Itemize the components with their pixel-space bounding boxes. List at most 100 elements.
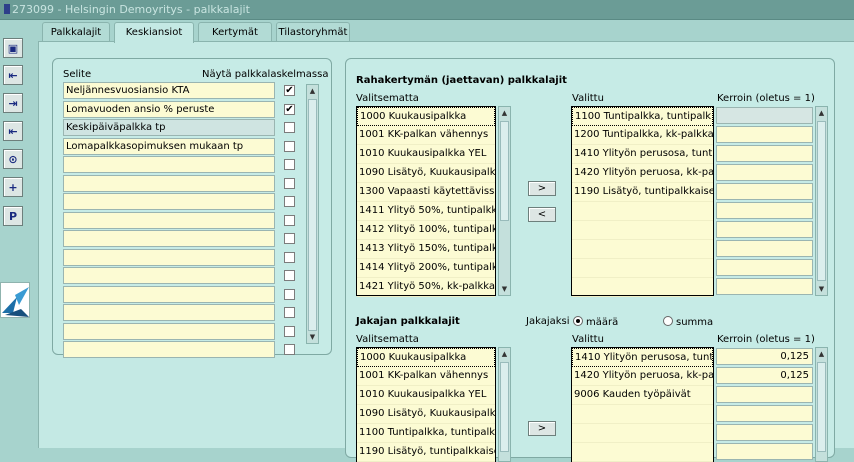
show-in-payslip-checkbox[interactable]: ✔ [284,103,295,115]
bottom-unselected-scrollbar[interactable]: ▲ [498,347,511,462]
show-in-payslip-checkbox[interactable] [284,140,295,152]
next-record-icon[interactable]: ⇥ [3,93,23,113]
list-item[interactable]: 1100 Tuntipalkka, tuntipalkkaiset [572,107,713,126]
selite-field[interactable] [63,304,275,321]
selite-field[interactable] [63,267,275,284]
list-item[interactable]: 1414 Ylityö 200%, tuntipalkkaiset [357,259,495,278]
scroll-thumb[interactable] [817,121,826,281]
radio-maara[interactable] [573,316,583,326]
scroll-up-arrow[interactable]: ▲ [816,107,827,119]
list-item[interactable]: 1001 KK-palkan vähennys [357,126,495,145]
list-item[interactable]: 1000 Kuukausipalkka [357,348,495,367]
selite-field[interactable] [63,174,275,192]
show-in-payslip-checkbox[interactable] [284,270,295,281]
list-item[interactable]: 1410 Ylityön perusosa, tuntipalkkaiset [572,145,713,164]
scroll-up-arrow[interactable]: ▲ [307,85,318,97]
kerroin-field[interactable]: 0,125 [716,348,813,365]
kerroin-field[interactable] [716,240,813,257]
list-item[interactable]: 9006 Kauden työpäivät [572,386,713,405]
previous-record-icon[interactable]: ⇤ [3,121,23,141]
scroll-up-arrow[interactable]: ▲ [499,348,510,360]
list-item[interactable]: 1300 Vapaasti käytettävissä [357,183,495,202]
scroll-thumb[interactable] [308,99,317,331]
scroll-thumb[interactable] [500,362,509,452]
list-item[interactable]: 1010 Kuukausipalkka YEL [357,145,495,164]
show-in-payslip-checkbox[interactable] [284,122,295,133]
exit-icon[interactable]: ⇤ [3,65,23,85]
scroll-down-arrow[interactable]: ▼ [307,331,318,343]
selite-field[interactable] [63,341,275,358]
top-unselected-list[interactable]: 1000 Kuukausipalkka 1001 KK-palkan vähenn… [356,106,496,297]
add-button-jakaja[interactable]: > [528,421,556,436]
kerroin-field[interactable] [716,183,813,200]
selite-field[interactable] [63,193,275,210]
selite-field[interactable]: Keskipäiväpalkka tp [63,119,275,136]
list-item[interactable]: 1413 Ylityö 150%, tuntipalkkaiset [357,240,495,259]
scroll-thumb[interactable] [817,362,826,452]
list-item[interactable] [572,259,713,278]
list-item[interactable]: 1001 KK-palkan vähennys [357,367,495,386]
scroll-up-arrow[interactable]: ▲ [499,107,510,119]
bottom-selected-scrollbar[interactable]: ▲ [815,347,828,462]
tab-kertymat[interactable]: Kertymät [198,22,272,42]
list-item[interactable] [572,278,713,297]
show-in-payslip-checkbox[interactable] [284,159,295,170]
kerroin-field[interactable] [716,424,813,441]
kerroin-field[interactable] [716,221,813,238]
list-item[interactable]: 1420 Ylityön peruosa, kk-palkkaiset [572,164,713,183]
bottom-unselected-list[interactable]: 1000 Kuukausipalkka 1001 KK-palkan vähenn… [356,347,496,462]
list-item[interactable]: 1410 Ylityön perusosa, tuntipalkkaiset [572,348,713,367]
kerroin-field[interactable] [716,278,813,295]
list-item[interactable]: 1090 Lisätyö, Kuukausipalkkaiset [357,405,495,424]
kerroin-field[interactable] [716,164,813,181]
show-in-payslip-checkbox[interactable] [284,325,295,337]
kerroin-field[interactable] [716,386,813,403]
list-item[interactable]: 1190 Lisätyö, tuntipalkkaiset [572,183,713,202]
scroll-down-arrow[interactable]: ▼ [499,283,510,295]
kerroin-field[interactable] [716,202,813,219]
kerroin-field[interactable] [716,259,813,276]
selite-field[interactable] [63,322,275,340]
list-item[interactable]: 1421 Ylityö 50%, kk-palkkaiset [357,278,495,297]
list-item[interactable] [572,443,713,462]
bottom-selected-list[interactable]: 1410 Ylityön perusosa, tuntipalkkaiset14… [571,347,714,462]
show-in-payslip-checkbox[interactable] [284,196,295,207]
save-icon[interactable]: ▣ [3,38,23,58]
list-item[interactable] [572,405,713,424]
show-in-payslip-checkbox[interactable] [284,344,295,355]
kerroin-field[interactable] [716,126,813,143]
kerroin-field[interactable] [716,145,813,162]
search-icon[interactable]: ⊙ [3,149,23,169]
list-item[interactable] [572,424,713,443]
selite-field[interactable]: Neljännesvuosiansio KTA [63,82,275,99]
scroll-up-arrow[interactable]: ▲ [816,348,827,360]
scroll-down-arrow[interactable]: ▼ [816,283,827,295]
show-in-payslip-checkbox[interactable] [284,251,295,263]
tab-tilastoryhmat[interactable]: Tilastoryhmät [276,22,350,42]
list-item[interactable]: 1010 Kuukausipalkka YEL [357,386,495,405]
show-in-payslip-checkbox[interactable] [284,177,295,189]
radio-summa[interactable] [663,316,673,326]
list-item[interactable] [572,240,713,259]
show-in-payslip-checkbox[interactable]: ✔ [284,85,295,96]
list-item[interactable]: 1100 Tuntipalkka, tuntipalkkaiset [357,424,495,443]
kerroin-field[interactable] [716,405,813,422]
list-item[interactable]: 1412 Ylityö 100%, tuntipalkkaiset [357,221,495,240]
selite-field[interactable] [63,248,275,266]
list-item[interactable]: 1190 Lisätyö, tuntipalkkaiset [357,443,495,462]
top-selected-list[interactable]: 1100 Tuntipalkka, tuntipalkkaiset1200 Tu… [571,106,714,297]
kerroin-field[interactable] [716,107,813,124]
show-in-payslip-checkbox[interactable] [284,233,295,244]
selite-field[interactable] [63,230,275,247]
show-in-payslip-checkbox[interactable] [284,214,295,226]
top-unselected-scrollbar[interactable]: ▲ ▼ [498,106,511,296]
list-item[interactable]: 1200 Tuntipalkka, kk-palkkaiset [572,126,713,145]
selite-field[interactable]: Lomapalkkasopimuksen mukaan tp [63,137,275,155]
show-in-payslip-checkbox[interactable] [284,288,295,300]
add-button[interactable]: > [528,181,556,196]
list-item[interactable]: 1420 Ylityön peruosa, kk-palkkaiset [572,367,713,386]
kerroin-field[interactable]: 0,125 [716,367,813,384]
tab-palkkalajit[interactable]: Palkkalajit [42,22,110,42]
selite-field[interactable] [63,156,275,173]
list-item[interactable]: 1411 Ylityö 50%, tuntipalkkaiset [357,202,495,221]
